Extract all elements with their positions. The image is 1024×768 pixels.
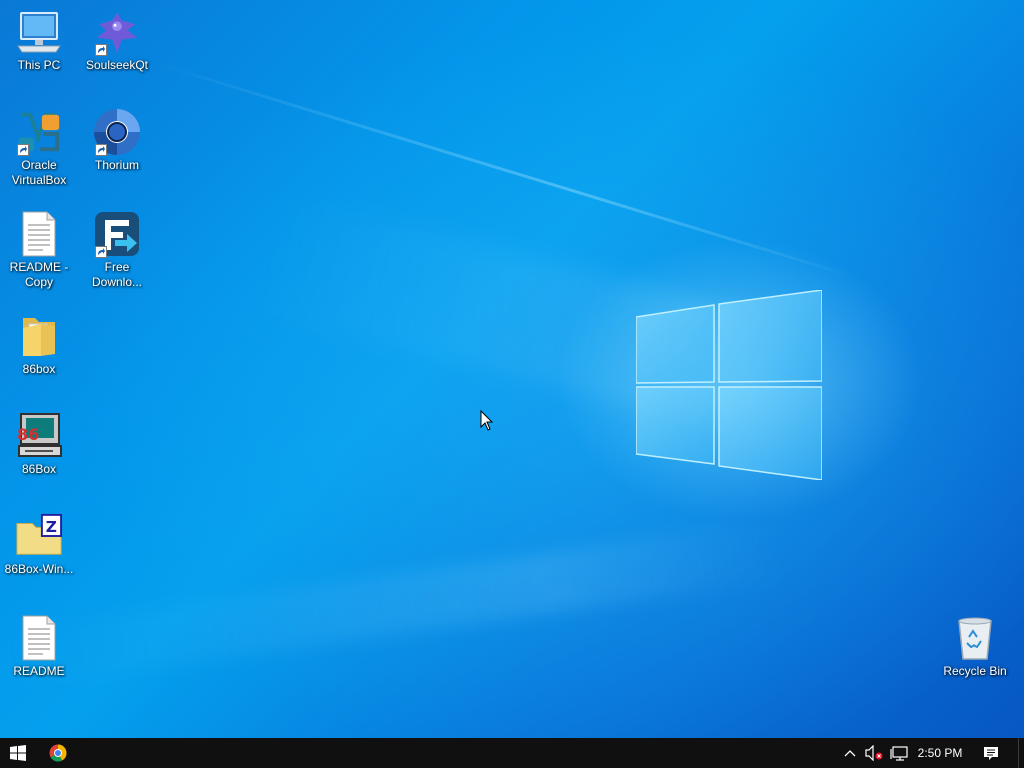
svg-text:86: 86	[17, 425, 39, 444]
desktop-icon-virtualbox[interactable]: Oracle VirtualBox	[1, 108, 77, 188]
86box-computer-icon: 86	[15, 412, 63, 460]
start-button[interactable]	[0, 738, 36, 768]
desktop-icon-86box-zip[interactable]: Z 86Box-Win...	[1, 512, 77, 577]
soulseekqt-icon	[93, 8, 141, 56]
action-center-icon	[984, 746, 998, 760]
desktop-icon-this-pc[interactable]: This PC	[1, 8, 77, 73]
desktop: This PC SoulseekQt Oracle VirtualBox Tho…	[0, 0, 1024, 738]
tray-overflow-button[interactable]	[840, 738, 860, 768]
volume-muted-icon	[865, 745, 883, 761]
desktop-icon-label: Oracle VirtualBox	[11, 158, 67, 187]
tray-network-button[interactable]	[886, 738, 912, 768]
network-icon	[890, 746, 908, 761]
desktop-icon-86box-folder[interactable]: 86box	[1, 312, 77, 377]
svg-text:Z: Z	[46, 518, 57, 536]
clock-time: 2:50 PM	[917, 746, 963, 760]
windows-start-icon	[10, 745, 26, 761]
virtualbox-icon	[15, 108, 63, 156]
mouse-cursor-icon	[480, 410, 494, 431]
desktop-icon-label: SoulseekQt	[85, 58, 149, 72]
desktop-icon-label: README - Copy	[9, 260, 69, 289]
chevron-up-icon	[844, 750, 856, 757]
shortcut-arrow-icon	[95, 144, 107, 156]
desktop-icon-readme[interactable]: README	[1, 614, 77, 679]
desktop-icon-free-download-manager[interactable]: Free Downlo...	[79, 210, 155, 290]
desktop-icon-label: 86box	[22, 362, 56, 376]
chrome-icon	[49, 744, 67, 762]
desktop-icon-label: 86Box-Win...	[4, 562, 74, 576]
shortcut-arrow-icon	[95, 44, 107, 56]
shortcut-arrow-icon	[17, 144, 29, 156]
tray-volume-button[interactable]	[862, 738, 886, 768]
desktop-icon-label: Recycle Bin	[943, 664, 1007, 678]
desktop-icon-label: Thorium	[94, 158, 139, 172]
shortcut-arrow-icon	[95, 246, 107, 258]
text-document-icon	[15, 614, 63, 662]
wallpaper-light-beam	[149, 60, 859, 280]
thorium-icon	[93, 108, 141, 156]
zip-archive-icon: Z	[15, 512, 63, 560]
text-document-icon	[15, 210, 63, 258]
desktop-icon-readme-copy[interactable]: README - Copy	[1, 210, 77, 290]
desktop-icon-86box[interactable]: 86 86Box	[1, 412, 77, 477]
taskbar: 2:50 PM	[0, 738, 1024, 768]
wallpaper-light-beam	[3, 520, 785, 689]
taskbar-chrome-button[interactable]	[40, 738, 76, 768]
wallpaper-windows-logo	[636, 290, 822, 480]
show-desktop-button[interactable]	[1018, 738, 1024, 768]
desktop-icon-recycle-bin[interactable]: Recycle Bin	[937, 614, 1013, 679]
folder-icon	[15, 312, 63, 360]
action-center-button[interactable]	[976, 738, 1006, 768]
desktop-icon-label: This PC	[17, 58, 61, 72]
taskbar-clock[interactable]: 2:50 PM	[912, 738, 968, 768]
desktop-icon-label: 86Box	[21, 462, 57, 476]
desktop-icon-soulseekqt[interactable]: SoulseekQt	[79, 8, 155, 73]
desktop-icon-thorium[interactable]: Thorium	[79, 108, 155, 173]
recycle-bin-icon	[951, 614, 999, 662]
free-download-manager-icon	[93, 210, 141, 258]
this-pc-icon	[15, 8, 63, 56]
desktop-icon-label: Free Downlo...	[91, 260, 143, 289]
desktop-icon-label: README	[13, 664, 65, 678]
